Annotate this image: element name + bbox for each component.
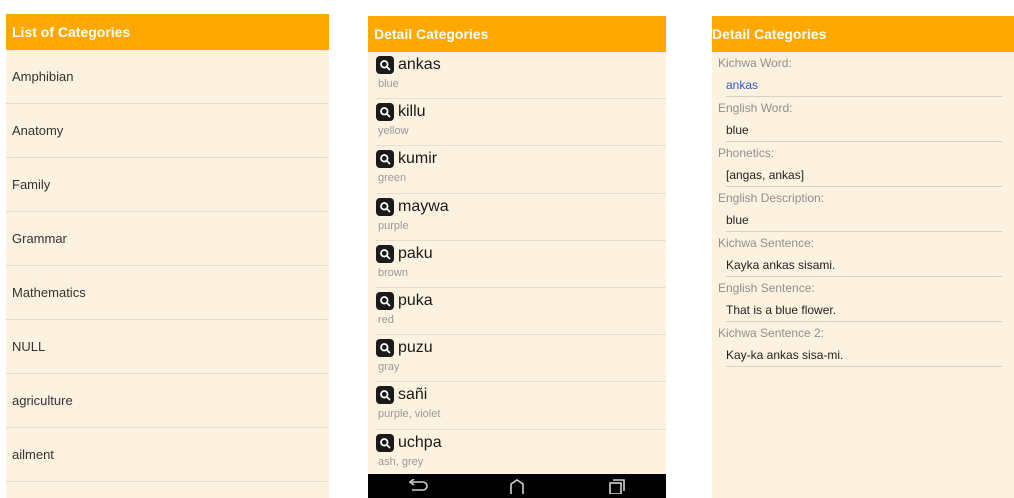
category-item-null[interactable]: NULL xyxy=(6,320,329,374)
app-bar-title: Detail Categories xyxy=(712,16,1014,52)
field-value: Kayka ankas sisami. xyxy=(726,253,1002,277)
phonetics-field: Phonetics: [angas, ankas] xyxy=(712,143,1014,187)
category-item-agriculture[interactable]: agriculture xyxy=(6,374,329,428)
kichwa-sentence-field: Kichwa Sentence: Kayka ankas sisami. xyxy=(712,233,1014,277)
translation-label: gray xyxy=(378,361,400,374)
search-app-icon xyxy=(376,291,394,310)
field-label: English Word: xyxy=(718,101,793,115)
category-item-anatomy[interactable]: Anatomy xyxy=(6,104,329,158)
list-item[interactable]: killu yellow xyxy=(376,99,666,147)
field-label: Kichwa Sentence: xyxy=(718,236,815,250)
english-word-field: English Word: blue xyxy=(712,98,1014,142)
kichwa-word-field: Kichwa Word: ankas xyxy=(712,53,1014,97)
translation-label: red xyxy=(378,313,394,326)
category-item-mathematics[interactable]: Mathematics xyxy=(6,266,329,320)
field-value: blue xyxy=(726,118,1002,142)
field-label: Kichwa Word: xyxy=(718,56,792,70)
word-label: sañi xyxy=(398,386,428,404)
translation-label: blue xyxy=(378,78,399,90)
search-app-icon xyxy=(376,103,394,122)
category-item-family[interactable]: Family xyxy=(6,158,329,212)
search-app-icon xyxy=(376,150,394,169)
translation-label: purple, violet xyxy=(378,408,441,421)
word-label: maywa xyxy=(398,197,449,215)
word-label: ankas xyxy=(398,56,441,73)
word-list: ankas blue killu yellow kumir green mayw… xyxy=(368,52,666,477)
list-item[interactable]: puka red xyxy=(376,288,666,336)
category-item-ailment[interactable]: ailment xyxy=(6,428,329,482)
word-label: puzu xyxy=(398,339,433,357)
categories-screen: List of Categories Amphibian Anatomy Fam… xyxy=(6,14,329,498)
field-label: Kichwa Sentence 2: xyxy=(718,326,825,340)
search-app-icon xyxy=(376,56,394,74)
english-sentence-field: English Sentence: That is a blue flower. xyxy=(712,278,1014,322)
word-label: paku xyxy=(398,244,433,262)
field-value: Kay-ka ankas sisa-mi. xyxy=(726,343,1002,367)
search-app-icon xyxy=(376,197,394,216)
category-item-amphibian[interactable]: Amphibian xyxy=(6,50,329,104)
field-label: English Sentence: xyxy=(718,281,815,295)
field-value: [angas, ankas] xyxy=(726,163,1002,187)
recent-apps-icon[interactable] xyxy=(596,476,636,496)
word-label: kumir xyxy=(398,150,438,168)
search-app-icon xyxy=(376,244,394,263)
translation-label: yellow xyxy=(378,125,409,138)
search-app-icon xyxy=(376,339,394,358)
field-label: Phonetics: xyxy=(718,146,775,160)
back-icon[interactable] xyxy=(398,476,438,496)
translation-label: brown xyxy=(378,266,408,279)
category-item-grammar[interactable]: Grammar xyxy=(6,212,329,266)
search-app-icon xyxy=(376,386,394,405)
translation-label: purple xyxy=(378,219,409,232)
list-item[interactable]: puzu gray xyxy=(376,335,666,383)
category-list: Amphibian Anatomy Family Grammar Mathema… xyxy=(6,50,329,482)
list-item[interactable]: sañi purple, violet xyxy=(376,382,666,430)
translation-label: ash, grey xyxy=(378,455,424,468)
field-label: English Description: xyxy=(718,191,825,205)
word-list-screen: Detail Categories ankas blue killu yello… xyxy=(368,16,666,498)
list-item[interactable]: maywa purple xyxy=(376,194,666,241)
app-bar-title: Detail Categories xyxy=(368,16,666,52)
field-value: ankas xyxy=(726,73,1002,97)
app-bar-title: List of Categories xyxy=(6,14,329,50)
english-description-field: English Description: blue xyxy=(712,188,1014,232)
kichwa-sentence-2-field: Kichwa Sentence 2: Kay-ka ankas sisa-mi. xyxy=(712,323,1014,367)
translation-label: green xyxy=(378,172,407,185)
field-value: blue xyxy=(726,208,1002,232)
word-label: killu xyxy=(398,103,426,121)
word-detail-screen: Detail Categories Kichwa Word: ankas Eng… xyxy=(712,16,1014,498)
field-value: That is a blue flower. xyxy=(726,298,1002,322)
system-nav-bar xyxy=(368,474,666,498)
list-item[interactable]: uchpa ash, grey xyxy=(376,430,666,477)
list-item[interactable]: ankas blue xyxy=(376,52,666,100)
home-icon[interactable] xyxy=(497,476,537,496)
list-item[interactable]: kumir green xyxy=(376,146,666,194)
word-label: uchpa xyxy=(398,433,442,451)
list-item[interactable]: paku brown xyxy=(376,241,666,288)
search-app-icon xyxy=(376,433,394,452)
word-label: puka xyxy=(398,291,433,309)
